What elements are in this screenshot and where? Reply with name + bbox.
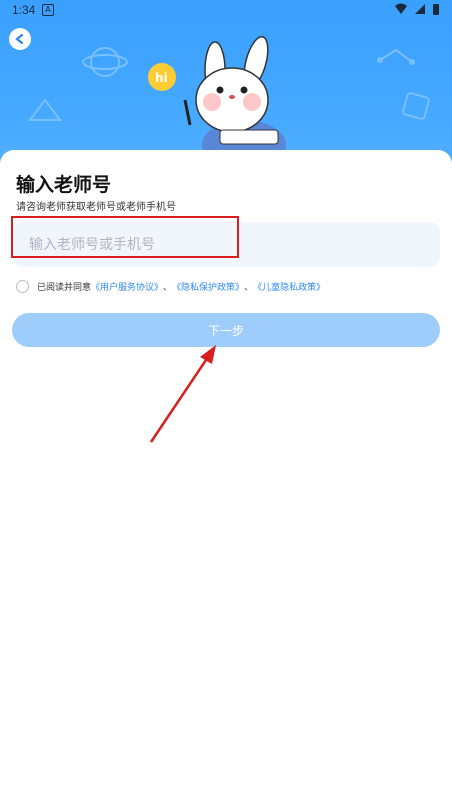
chevron-left-icon <box>15 33 24 45</box>
agreement-row: 已阅读并同意 《用户服务协议》 、 《隐私保护政策》 、 《儿童隐私政策》 <box>16 280 325 293</box>
separator: 、 <box>163 283 173 293</box>
wifi-icon <box>395 3 407 14</box>
next-button[interactable]: 下一步 <box>12 313 440 347</box>
mascot-speech-bubble: hi <box>155 71 168 85</box>
separator: 、 <box>244 283 254 293</box>
status-time: 1:34 <box>12 3 36 17</box>
child-privacy-link[interactable]: 《儿童隐私政策》 <box>253 280 325 293</box>
user-agreement-link[interactable]: 《用户服务协议》 <box>91 280 163 293</box>
back-button[interactable] <box>9 28 31 50</box>
signal-icon <box>415 4 425 14</box>
privacy-policy-link[interactable]: 《隐私保护政策》 <box>172 280 244 293</box>
notification-icon: A <box>42 4 54 16</box>
status-bar: 1:34 A <box>0 0 452 20</box>
agree-prefix: 已阅读并同意 <box>37 283 92 293</box>
page-title: 输入老师号 <box>16 174 112 196</box>
page-subtitle: 请咨询老师获取老师号或老师手机号 <box>16 202 176 213</box>
battery-icon <box>433 4 439 15</box>
annotation-highlight-box <box>11 216 239 258</box>
status-icons <box>394 3 440 15</box>
agree-radio[interactable] <box>16 280 29 293</box>
